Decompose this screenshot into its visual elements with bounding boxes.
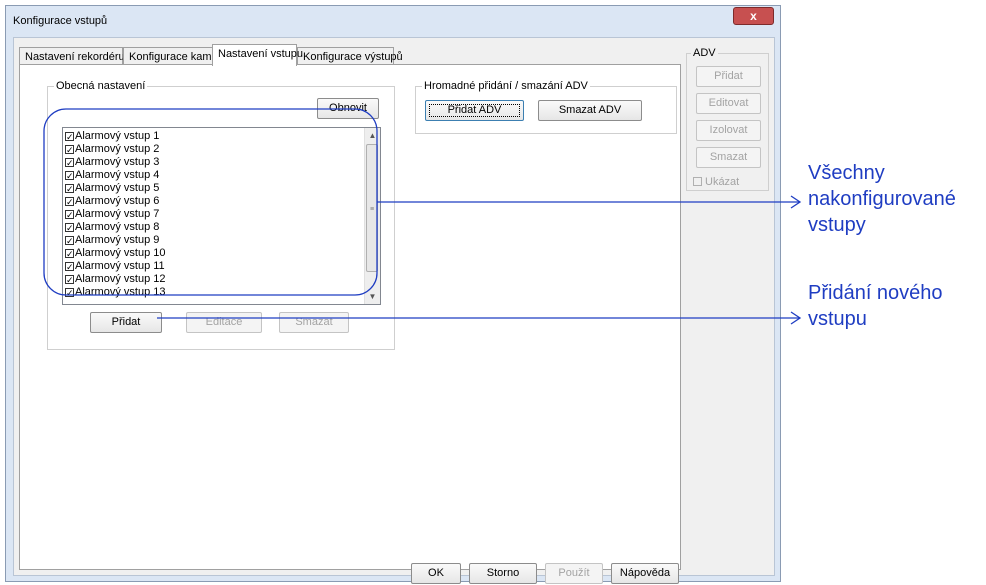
tab-input-settings[interactable]: Nastavení vstupu: [212, 44, 303, 66]
annotation-line: Všechny: [808, 162, 885, 184]
annotation-line: nakonfigurované: [808, 188, 956, 210]
annotation-line: vstupu: [808, 308, 867, 330]
annotation-add-input: Přidání nového vstupu: [808, 280, 943, 332]
annotation-line: Přidání nového: [808, 282, 943, 304]
annotation-line: vstupy: [808, 214, 866, 236]
highlight-outline: [43, 108, 378, 296]
annotation-all-inputs: Všechny nakonfigurované vstupy: [808, 160, 956, 238]
